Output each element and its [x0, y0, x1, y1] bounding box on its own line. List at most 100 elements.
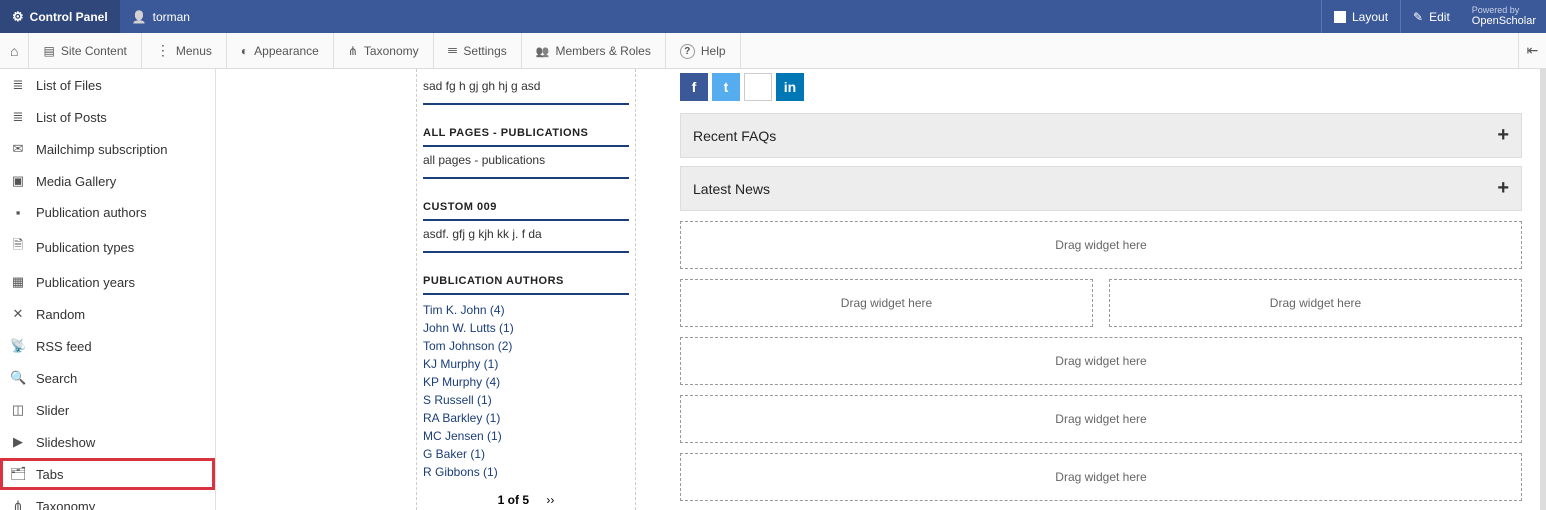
sidebar-item-list-of-files[interactable]: ≣List of Files — [0, 69, 215, 101]
list-icon: ≣ — [10, 109, 26, 125]
author-link[interactable]: G Baker (1) — [423, 445, 629, 463]
author-link[interactable]: Tim K. John (4) — [423, 301, 629, 319]
layout-label: Layout — [1352, 10, 1388, 24]
author-link[interactable]: Tom Johnson (2) — [423, 337, 629, 355]
author-link[interactable]: R Gibbons (1) — [423, 463, 629, 481]
right-edge — [1540, 69, 1546, 510]
panel-latest-news[interactable]: Latest News + — [680, 166, 1522, 211]
widget-custom-009[interactable]: CUSTOM 009 asdf. gfj g kjh kk j. f da — [417, 189, 635, 263]
sidebar-item-publication-types[interactable]: 🗎Publication types — [0, 228, 215, 266]
twitter-icon[interactable]: t — [712, 73, 740, 101]
username-label: torman — [153, 10, 190, 24]
book-icon: ▪ — [10, 205, 26, 220]
facebook-icon[interactable]: f — [680, 73, 708, 101]
home-icon — [10, 43, 18, 59]
sidebar-item-label: RSS feed — [36, 339, 92, 354]
rss-icon: 📡 — [10, 338, 26, 354]
author-link[interactable]: KJ Murphy (1) — [423, 355, 629, 373]
pager: 1 of 5 ›› — [423, 481, 629, 510]
appearance-icon — [241, 44, 248, 58]
author-link[interactable]: RA Barkley (1) — [423, 409, 629, 427]
edit-button[interactable]: Edit — [1400, 0, 1462, 33]
layout-canvas: f t ✉ in Recent FAQs + Latest News + Dra… — [656, 69, 1546, 510]
members-icon — [536, 44, 550, 58]
sidebar-item-tabs[interactable]: 🗂 Tabs — [0, 458, 215, 490]
sidebar-item-slideshow[interactable]: ▶Slideshow — [0, 426, 215, 458]
sidebar-item-mailchimp-subscription[interactable]: ✉Mailchimp subscription — [0, 133, 215, 165]
plus-icon: + — [1497, 177, 1509, 200]
author-link[interactable]: KP Murphy (4) — [423, 373, 629, 391]
drop-zone[interactable]: Drag widget here — [1109, 279, 1522, 327]
sidebar-item-list-of-posts[interactable]: ≣List of Posts — [0, 101, 215, 133]
sidebar-item-random[interactable]: ✕ Random — [0, 298, 215, 330]
widget-publication-authors[interactable]: PUBLICATION AUTHORS Tim K. John (4)John … — [417, 263, 635, 510]
drop-zone[interactable]: Drag widget here — [680, 279, 1093, 327]
sidebar-item-publication-years[interactable]: ▦ Publication years — [0, 266, 215, 298]
sidebar-item-label: Taxonomy — [36, 499, 95, 510]
panel-recent-faqs[interactable]: Recent FAQs + — [680, 113, 1522, 158]
layout-icon — [1334, 11, 1346, 23]
appearance-tab[interactable]: Appearance — [227, 33, 334, 68]
pencil-icon — [1413, 10, 1423, 24]
drop-zone[interactable]: Drag widget here — [680, 453, 1522, 501]
author-link[interactable]: S Russell (1) — [423, 391, 629, 409]
sidebar-item-label: Tabs — [36, 467, 63, 482]
menus-tab[interactable]: Menus — [142, 33, 227, 68]
gear-icon — [12, 9, 24, 25]
plus-icon: + — [1497, 124, 1509, 147]
collapse-icon — [1527, 42, 1539, 59]
sidebar-item-label: Slideshow — [36, 435, 95, 450]
main-area: ≣List of Files≣List of Posts✉Mailchimp s… — [0, 69, 1546, 510]
home-button[interactable] — [0, 33, 29, 68]
share-bar: f t ✉ in — [680, 73, 1536, 101]
sidebar-item-label: Random — [36, 307, 85, 322]
drop-zone[interactable]: Drag widget here — [680, 337, 1522, 385]
widget-custom-text[interactable]: sad fg h gj gh hj g asd — [417, 73, 635, 115]
sidebar-item-taxonomy[interactable]: ⋔ Taxonomy — [0, 490, 215, 510]
top-bar: Control Panel torman Layout Edit Powered… — [0, 0, 1546, 33]
powered-by: Powered by OpenScholar — [1462, 6, 1546, 28]
site-content-tab[interactable]: Site Content — [29, 33, 141, 68]
search-icon: 🔍 — [10, 370, 26, 386]
media-icon: ▣ — [10, 173, 26, 189]
author-list: Tim K. John (4)John W. Lutts (1)Tom John… — [423, 301, 629, 481]
layout-button[interactable]: Layout — [1321, 0, 1400, 33]
person-icon — [132, 10, 147, 24]
settings-icon — [448, 40, 458, 61]
control-panel-button[interactable]: Control Panel — [0, 0, 120, 33]
sidebar-item-search[interactable]: 🔍Search — [0, 362, 215, 394]
settings-tab[interactable]: Settings — [434, 33, 522, 68]
widget-type-list: ≣List of Files≣List of Posts✉Mailchimp s… — [0, 69, 216, 510]
pager-next[interactable]: ›› — [546, 493, 554, 507]
drop-zone[interactable]: Drag widget here — [680, 395, 1522, 443]
sidebar-item-media-gallery[interactable]: ▣ Media Gallery — [0, 165, 215, 197]
help-tab[interactable]: Help — [666, 33, 741, 68]
cal-icon: ▦ — [10, 274, 26, 290]
menus-icon — [156, 42, 170, 59]
user-menu[interactable]: torman — [120, 10, 202, 24]
author-link[interactable]: MC Jensen (1) — [423, 427, 629, 445]
drop-zone[interactable]: Drag widget here — [680, 221, 1522, 269]
taxonomy-tab[interactable]: Taxonomy — [334, 33, 434, 68]
linkedin-icon[interactable]: in — [776, 73, 804, 101]
collapse-toolbar-button[interactable] — [1518, 33, 1546, 68]
slider-icon: ◫ — [10, 402, 26, 418]
taxonomy-icon: ⋔ — [10, 498, 26, 510]
sidebar-item-slider[interactable]: ◫Slider — [0, 394, 215, 426]
sidebar-item-publication-authors[interactable]: ▪ Publication authors — [0, 197, 215, 228]
help-icon — [680, 43, 695, 59]
doc-icon: 🗎 — [10, 236, 26, 258]
main-toolbar: Site Content Menus Appearance Taxonomy S… — [0, 33, 1546, 69]
tabs-icon: 🗂 — [10, 466, 26, 482]
sidebar-item-label: Mailchimp subscription — [36, 142, 168, 157]
members-tab[interactable]: Members & Roles — [522, 33, 666, 68]
sidebar-item-label: Publication authors — [36, 205, 147, 220]
sidebar-item-rss-feed[interactable]: 📡 RSS feed — [0, 330, 215, 362]
sidebar-item-label: Publication years — [36, 275, 135, 290]
sidebar-item-label: Media Gallery — [36, 174, 116, 189]
email-icon[interactable]: ✉ — [744, 73, 772, 101]
author-link[interactable]: John W. Lutts (1) — [423, 319, 629, 337]
widget-all-pages-publications[interactable]: ALL PAGES - PUBLICATIONS all pages - pub… — [417, 115, 635, 189]
shuffle-icon: ✕ — [10, 306, 26, 322]
content-icon — [43, 44, 54, 58]
